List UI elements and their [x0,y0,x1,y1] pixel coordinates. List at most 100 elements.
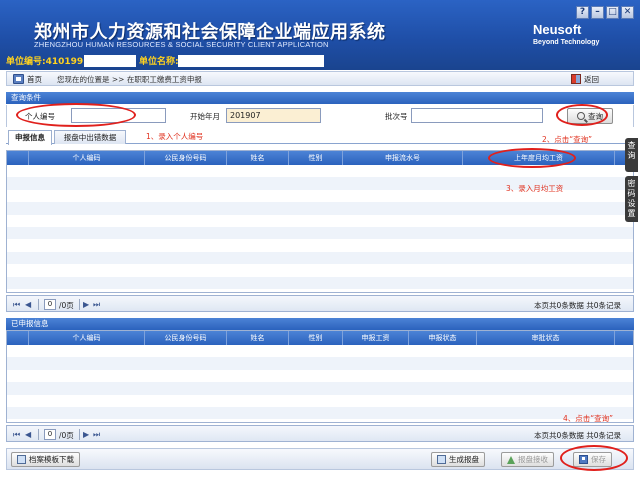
side-tab-password[interactable]: 密码设置 [625,176,638,222]
download-icon [17,455,26,464]
unit-code-value-redacted [84,55,136,67]
declared-grid-header: 个人编码 公民身份号码 姓名 性别 申报工资 申报状态 审批状态 [7,331,633,345]
table-row [7,226,633,240]
app-subtitle: ZHENGZHOU HUMAN RESOURCES & SOCIAL SECUR… [34,40,329,49]
help-button[interactable]: ? [576,6,589,19]
tab-declare-info[interactable]: 申报信息 [8,130,52,145]
table-row [7,357,633,370]
declared-pager: ⏮ ◀ 0 /0页 ▶ ⏭ 本页共0条数据 共0条记录 [6,425,634,442]
query-section-title: 查询条件 [6,92,634,104]
highlight-ring-query [556,104,608,126]
col-name[interactable]: 姓名 [227,151,289,165]
table-row [7,215,633,227]
back-icon [571,74,581,84]
table-row [7,264,633,276]
maximize-button[interactable]: □ [606,6,619,19]
col-personal-code[interactable]: 个人编码 [29,151,145,165]
brand-logo: Neusoft [533,22,582,37]
page-total: /0页 [59,431,74,440]
table-row [7,251,633,265]
next-page-button[interactable]: ▶ [83,300,89,309]
generate-disk-button[interactable]: 生成报盘 [431,452,485,467]
prev-page-button[interactable]: ◀ [25,300,31,309]
highlight-ring-personal-id [16,103,136,127]
declare-pager: ⏮ ◀ 0 /0页 ▶ ⏭ 本页共0条数据 共0条记录 [6,295,634,312]
batch-number-label: 批次号 [385,112,408,121]
table-row [7,239,633,251]
col-declare-status[interactable]: 申报状态 [409,331,477,345]
start-month-label: 开始年月 [190,112,220,121]
annotation-step2: 2、点击“查询” [542,135,593,144]
template-download-button[interactable]: 档案模板下载 [11,452,80,467]
unit-name-label: 单位名称: [139,57,179,67]
col-serial-number[interactable]: 申报流水号 [343,151,463,165]
declared-grid-body [7,345,633,420]
table-row [7,370,633,382]
home-icon[interactable] [13,74,24,84]
table-row [7,406,633,420]
brand-tagline: Beyond Technology [533,39,600,46]
select-all-checkbox[interactable] [7,331,29,345]
receive-disk-label: 报盘接收 [518,455,548,464]
page-number-input[interactable]: 0 [44,299,56,310]
page-summary: 本页共0条数据 共0条记录 [534,301,621,310]
window-controls: ? – □ ✕ [576,6,634,19]
unit-info: 单位编号:410199 单位名称: [6,54,634,67]
col-gender[interactable]: 性别 [289,331,343,345]
annotation-step3: 3、录入月均工资 [506,184,564,193]
table-row [7,395,633,407]
close-button[interactable]: ✕ [621,6,634,19]
side-tab-query[interactable]: 查询 [625,138,638,172]
minimize-button[interactable]: – [591,6,604,19]
highlight-ring-save [560,445,628,471]
tab-error-data[interactable]: 报盘中出错数据 [54,130,126,144]
generate-disk-label: 生成报盘 [449,455,479,464]
col-citizen-id[interactable]: 公民身份号码 [145,151,227,165]
highlight-ring-salary-column [488,148,576,168]
back-button[interactable]: 返回 [571,73,599,85]
col-approval-status[interactable]: 审批状态 [477,331,615,345]
col-personal-code[interactable]: 个人编码 [29,331,145,345]
first-page-button[interactable]: ⏮ [13,300,20,310]
last-page-button[interactable]: ⏭ [93,430,100,440]
breadcrumb: 首页 您现在的位置是 >> 在职职工缴费工资申报 返回 [6,71,634,86]
page-number-input[interactable]: 0 [44,429,56,440]
pager-divider [38,299,39,310]
annotation-step4: 4、点击“查询” [563,414,614,423]
unit-name-value-redacted [178,55,324,67]
start-month-input[interactable]: 201907 [226,108,321,123]
last-page-button[interactable]: ⏭ [93,300,100,310]
table-row [7,276,633,289]
col-citizen-id[interactable]: 公民身份号码 [145,331,227,345]
generate-icon [437,455,446,464]
col-name[interactable]: 姓名 [227,331,289,345]
back-label: 返回 [584,74,599,84]
home-link[interactable]: 首页 [27,74,42,85]
declared-grid: 个人编码 公民身份号码 姓名 性别 申报工资 申报状态 审批状态 [6,330,634,423]
unit-code-label: 单位编号:410199 [6,57,84,67]
first-page-button[interactable]: ⏮ [13,430,20,440]
pager-divider [38,429,39,440]
bottom-toolbar: 档案模板下载 生成报盘 报盘接收 保存 [6,448,634,470]
app-header: 郑州市人力资源和社会保障企业端应用系统 ZHENGZHOU HUMAN RESO… [0,0,640,70]
batch-number-input[interactable] [411,108,543,123]
breadcrumb-path: 您现在的位置是 >> 在职职工缴费工资申报 [57,75,202,84]
receive-disk-button[interactable]: 报盘接收 [501,452,554,467]
declare-grid: 个人编码 公民身份号码 姓名 性别 申报流水号 上年度月均工资 [6,150,634,293]
select-all-checkbox[interactable] [7,151,29,165]
next-page-button[interactable]: ▶ [83,430,89,439]
prev-page-button[interactable]: ◀ [25,430,31,439]
pager-divider [79,299,80,310]
tab-bar: 申报信息 报盘中出错数据 [6,129,634,145]
page-total: /0页 [59,301,74,310]
page-summary: 本页共0条数据 共0条记录 [534,431,621,440]
pager-divider [79,429,80,440]
template-download-label: 档案模板下载 [29,455,74,464]
table-row [7,382,633,395]
col-declared-salary[interactable]: 申报工资 [343,331,409,345]
table-row [7,345,633,357]
table-row [7,202,633,215]
declared-section-title: 已申报信息 [6,318,634,330]
col-gender[interactable]: 性别 [289,151,343,165]
upload-icon [507,455,515,464]
